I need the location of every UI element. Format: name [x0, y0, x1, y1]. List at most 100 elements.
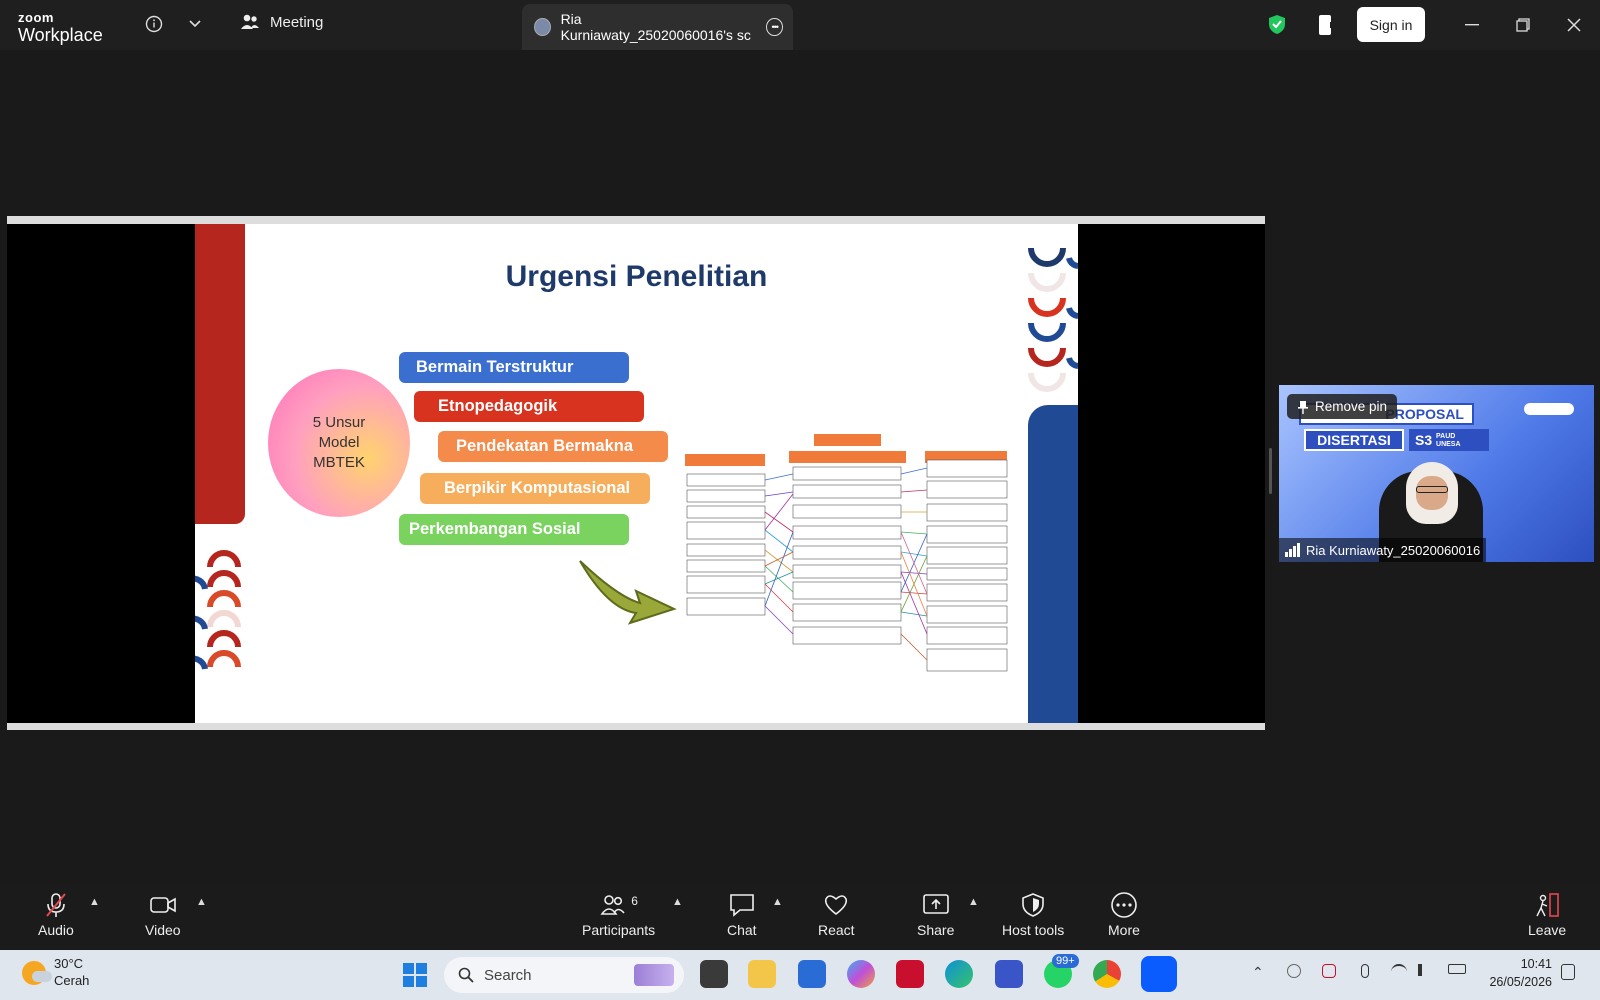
circle-text: 5 Unsur Model MBTEK [312, 413, 366, 472]
edge-icon[interactable] [945, 960, 973, 988]
tab-meeting[interactable]: Meeting [240, 13, 323, 31]
search-icon [458, 967, 474, 983]
partly-cloudy-icon [22, 960, 52, 985]
shared-screen[interactable]: Urgensi Penelitian 5 Unsur Model MBTEK B… [7, 216, 1265, 730]
react-label: React [818, 922, 855, 938]
shield-check-icon[interactable] [1268, 14, 1286, 35]
participants-button[interactable]: 6 Participants [582, 892, 655, 938]
share-label: Share [917, 922, 955, 938]
chrome-icon[interactable] [1093, 960, 1121, 988]
presentation-slide: Urgensi Penelitian 5 Unsur Model MBTEK B… [195, 224, 1078, 723]
pill-berpikir-komputasional: Berpikir Komputasional [420, 473, 650, 504]
task-view-icon[interactable] [700, 960, 728, 988]
decorative-blue-bar [1028, 405, 1078, 723]
volume-icon[interactable] [1418, 964, 1432, 976]
participants-label: Participants [582, 922, 656, 938]
share-options-caret-icon[interactable]: ▲ [968, 896, 979, 908]
sync-icon[interactable] [1322, 964, 1336, 978]
info-icon[interactable] [143, 13, 165, 35]
share-button[interactable]: Share [917, 892, 954, 938]
windows-start-icon[interactable] [403, 963, 427, 987]
bg-banner-disertasi: DISERTASI [1304, 429, 1404, 451]
chat-bubble-icon [729, 894, 754, 917]
participants-options-caret-icon[interactable]: ▲ [672, 896, 683, 908]
more-dots-icon [1111, 892, 1137, 918]
video-options-caret-icon[interactable]: ▲ [196, 896, 207, 908]
audio-options-caret-icon[interactable]: ▲ [89, 896, 100, 908]
resize-handle[interactable] [1269, 448, 1272, 494]
host-tools-label: Host tools [1002, 922, 1065, 938]
remove-pin-button[interactable]: Remove pin [1287, 394, 1398, 419]
heart-icon [825, 895, 848, 916]
leave-button[interactable]: Leave [1528, 892, 1566, 938]
title-bar: zoom Workplace Meeting Ria Kurniawaty_25… [0, 0, 1600, 50]
model-circle: 5 Unsur Model MBTEK [268, 369, 410, 517]
microsoft-store-icon[interactable] [798, 960, 826, 988]
decorative-arcs-left [195, 550, 241, 670]
wifi-icon[interactable] [1391, 964, 1407, 976]
remove-pin-label: Remove pin [1315, 399, 1388, 414]
bg-logos [1524, 403, 1574, 415]
system-clock[interactable]: 10:41 26/05/2026 [1480, 956, 1552, 991]
audio-button[interactable]: Audio [38, 892, 74, 938]
microphone-icon[interactable] [1361, 964, 1369, 978]
notifications-icon[interactable] [1561, 964, 1575, 980]
device-icon[interactable] [1316, 14, 1336, 36]
tray-overflow-chevron-icon[interactable]: ⌃ [1252, 964, 1264, 981]
audio-label: Audio [38, 922, 74, 938]
more-options-icon[interactable]: ••• [766, 18, 783, 36]
close-icon[interactable] [1563, 14, 1585, 36]
chat-label: Chat [727, 922, 757, 938]
host-tools-button[interactable]: Host tools [1002, 892, 1064, 938]
battery-icon[interactable] [1448, 964, 1466, 974]
clock-date: 26/05/2026 [1489, 974, 1552, 989]
more-button[interactable]: More [1108, 892, 1140, 938]
presenter-window-statusbar [7, 723, 1265, 730]
sign-in-button[interactable]: Sign in [1357, 7, 1425, 42]
participant-name: Ria Kurniawaty_25020060016 [1306, 542, 1481, 558]
chat-options-caret-icon[interactable]: ▲ [772, 896, 783, 908]
participant-video-tile[interactable]: PROPOSAL DISERTASI S3 PAUD UNESA Remove … [1279, 385, 1594, 562]
chat-button[interactable]: Chat [727, 892, 757, 938]
meeting-tab-label: Meeting [270, 13, 324, 31]
people-icon [241, 14, 259, 29]
clock-time: 10:41 [1520, 957, 1552, 971]
taskbar-search[interactable]: Search [444, 957, 684, 993]
app-icon[interactable] [995, 960, 1023, 988]
windows-taskbar: 30°C Cerah Search 99+ ⌃ 10:41 26/05/2026 [0, 950, 1600, 1000]
chevron-down-icon[interactable] [184, 13, 206, 35]
share-tab-label: Ria Kurniawaty_25020060016's sc [560, 11, 751, 43]
more-label: More [1108, 922, 1140, 938]
brand-line2: Workplace [18, 25, 103, 45]
react-button[interactable]: React [818, 892, 855, 938]
tray-app-icon[interactable] [1287, 964, 1301, 978]
search-highlight-image [634, 964, 674, 986]
bg-paud-text: PAUD UNESA [1436, 433, 1461, 449]
zoom-logo: zoom Workplace [18, 11, 103, 44]
pill-bermain-terstruktur: Bermain Terstruktur [399, 352, 629, 383]
share-screen-icon [922, 894, 949, 914]
video-button[interactable]: Video [145, 892, 181, 938]
leave-label: Leave [1528, 922, 1567, 938]
minimize-icon[interactable] [1461, 14, 1483, 36]
weather-condition: Cerah [54, 972, 90, 988]
tab-screen-share[interactable]: Ria Kurniawaty_25020060016's sc ••• [522, 4, 793, 50]
video-camera-icon [149, 897, 176, 913]
copilot-icon[interactable] [847, 960, 875, 988]
file-explorer-icon[interactable] [748, 960, 776, 988]
meeting-controls: Audio ▲ Video ▲ 6 Participants ▲ Chat ▲ … [0, 882, 1600, 950]
presenter-window-titlebar [7, 216, 1265, 224]
pill-perkembangan-sosial: Perkembangan Sosial [399, 514, 629, 545]
weather-widget[interactable]: 30°C Cerah [22, 956, 89, 990]
participants-count: 6 [631, 894, 638, 908]
zoom-app-icon[interactable] [1141, 956, 1177, 992]
mcafee-icon[interactable] [896, 960, 924, 988]
bg-banner-s3: S3 PAUD UNESA [1409, 429, 1489, 451]
pill-etnopedagogik: Etnopedagogik [414, 391, 644, 422]
bg-s3-text: S3 [1415, 432, 1433, 448]
participant-name-tag: Ria Kurniawaty_25020060016 [1279, 538, 1487, 562]
microphone-muted-icon [46, 893, 66, 917]
search-label: Search [484, 966, 532, 984]
signal-icon [1285, 543, 1300, 557]
restore-icon[interactable] [1512, 14, 1534, 36]
